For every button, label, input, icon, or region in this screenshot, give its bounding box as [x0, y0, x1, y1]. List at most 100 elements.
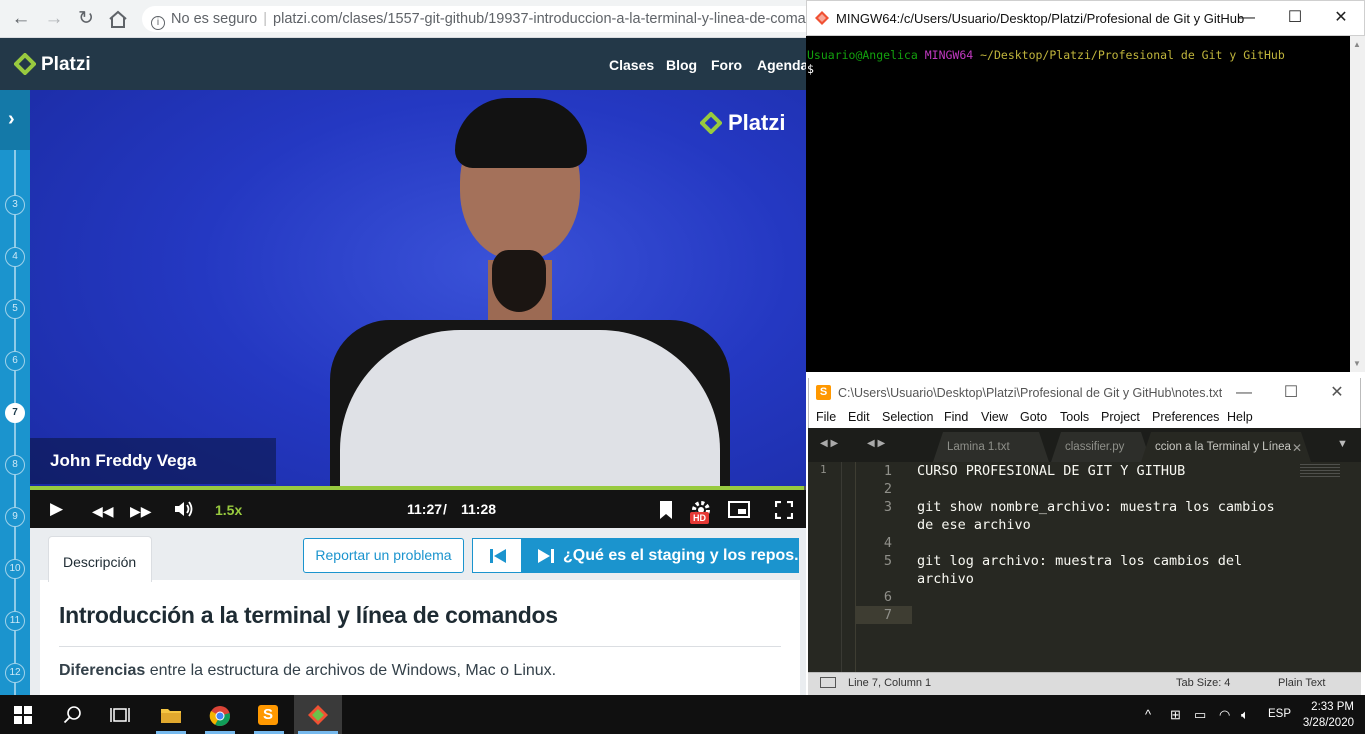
sublime-maximize-icon[interactable]: ☐: [1281, 383, 1301, 403]
terminal-maximize-icon[interactable]: ☐: [1285, 8, 1305, 28]
code-line[interactable]: de ese archivo: [917, 517, 1031, 533]
battery-icon[interactable]: ▭: [1194, 707, 1206, 723]
speaker-icon[interactable]: 🔈︎: [1241, 707, 1249, 723]
scroll-down-icon[interactable]: ▼: [1353, 359, 1361, 368]
playback-rate[interactable]: 1.5x: [215, 502, 242, 518]
tab-classifier[interactable]: classifier.py: [1051, 432, 1151, 462]
sublime-logo-icon: S: [816, 385, 831, 400]
home-icon[interactable]: [106, 8, 130, 32]
menu-tools[interactable]: Tools: [1060, 410, 1089, 424]
status-syntax[interactable]: Plain Text: [1278, 677, 1326, 689]
tab-close-icon[interactable]: ✕: [1292, 441, 1302, 455]
forward-arrow-icon[interactable]: →: [42, 7, 66, 31]
git-bash-icon: [308, 705, 328, 725]
chevron-right-icon[interactable]: ›: [8, 108, 15, 131]
sublime-taskbar-icon[interactable]: S: [258, 705, 278, 725]
step-9[interactable]: 9: [5, 507, 25, 527]
step-12[interactable]: 12: [5, 663, 25, 683]
menu-project[interactable]: Project: [1101, 410, 1140, 424]
step-7[interactable]: 7: [5, 403, 25, 423]
nav-agenda[interactable]: Agenda: [757, 57, 808, 73]
nav-blog[interactable]: Blog: [666, 57, 697, 73]
chrome-icon[interactable]: [209, 705, 231, 727]
code-minimap[interactable]: [1300, 464, 1340, 478]
input-language[interactable]: ESP: [1268, 708, 1291, 720]
tab-descripcion[interactable]: Descripción: [48, 536, 152, 582]
code-line[interactable]: archivo: [917, 571, 974, 587]
menu-preferences[interactable]: Preferences: [1152, 410, 1219, 424]
menu-goto[interactable]: Goto: [1020, 410, 1047, 424]
video-controls: ▶ ◀◀ ▶▶ 1.5x 11:27 / 11:28 HD: [30, 490, 806, 528]
step-8[interactable]: 8: [5, 455, 25, 475]
panel-toggle-icon[interactable]: [820, 677, 836, 688]
menu-help[interactable]: Help: [1227, 410, 1253, 424]
nav-arrows-icon[interactable]: ◀ ▶: [820, 438, 838, 449]
step-6[interactable]: 6: [5, 351, 25, 371]
video-presenter-beard: [492, 250, 546, 312]
sublime-close-icon[interactable]: ✕: [1327, 383, 1347, 403]
tab-lamina[interactable]: Lamina 1.txt: [933, 432, 1049, 462]
tab-active[interactable]: ccion a la Terminal y Línea: [1141, 432, 1311, 462]
code-line[interactable]: git show nombre_archivo: muestra los cam…: [917, 499, 1275, 515]
terminal-prompt: Usuario@Angelica MINGW64 ~/Desktop/Platz…: [807, 48, 1285, 62]
terminal-body[interactable]: [806, 36, 1350, 372]
step-10[interactable]: 10: [5, 559, 25, 579]
bookmark-icon[interactable]: [658, 500, 674, 520]
step-4[interactable]: 4: [5, 247, 25, 267]
wifi-icon[interactable]: ◠: [1219, 707, 1230, 723]
video-watermark: Platzi: [728, 110, 786, 135]
nav-foro[interactable]: Foro: [711, 57, 742, 73]
status-tab-size[interactable]: Tab Size: 4: [1176, 677, 1230, 689]
sidebar-toggle[interactable]: ›: [0, 90, 30, 150]
rewind-icon[interactable]: ◀◀: [92, 501, 114, 521]
menu-file[interactable]: File: [816, 410, 836, 424]
menu-edit[interactable]: Edit: [848, 410, 870, 424]
play-icon[interactable]: ▶: [50, 499, 63, 519]
back-arrow-icon[interactable]: ←: [9, 7, 33, 31]
terminal-minimize-icon[interactable]: —: [1237, 8, 1257, 28]
network-icon[interactable]: ⊞: [1170, 707, 1181, 723]
video-player[interactable]: Platzi John Freddy Vega: [30, 90, 806, 528]
sublime-minimize-icon[interactable]: —: [1234, 383, 1254, 403]
scroll-up-icon[interactable]: ▲: [1353, 40, 1361, 49]
reload-icon[interactable]: ↻: [74, 7, 98, 31]
windows-start-icon[interactable]: [14, 706, 32, 724]
tab-dropdown-icon[interactable]: ▼: [1337, 438, 1348, 450]
report-problem-button[interactable]: Reportar un problema: [303, 538, 464, 573]
step-3[interactable]: 3: [5, 195, 25, 215]
step-5[interactable]: 5: [5, 299, 25, 319]
search-icon[interactable]: [63, 705, 83, 725]
terminal-scrollbar[interactable]: ▲ ▼: [1350, 36, 1365, 372]
menu-selection[interactable]: Selection: [882, 410, 933, 424]
prompt-env: MINGW64: [924, 48, 974, 62]
menu-find[interactable]: Find: [944, 410, 968, 424]
nav-clases[interactable]: Clases: [609, 57, 654, 73]
video-platzi-logo-icon: [700, 112, 722, 134]
platzi-logo-text[interactable]: Platzi: [41, 54, 91, 76]
previous-lesson-button[interactable]: [472, 538, 522, 573]
sublime-minimap[interactable]: [808, 462, 842, 672]
fullscreen-icon[interactable]: [775, 501, 793, 519]
code-line[interactable]: git log archivo: muestra los cambios del: [917, 553, 1242, 569]
lesson-description: Diferencias entre la estructura de archi…: [59, 662, 556, 680]
fast-forward-icon[interactable]: ▶▶: [130, 501, 152, 521]
task-view-icon[interactable]: [110, 706, 130, 724]
volume-icon[interactable]: [173, 499, 195, 519]
address-bar[interactable]: i No es seguro | platzi.com/clases/1557-git…: [142, 6, 822, 32]
picture-in-picture-icon[interactable]: [728, 501, 750, 518]
security-label: No es seguro: [171, 11, 258, 27]
next-lesson-button[interactable]: ¿Qué es el staging y los repos...: [521, 538, 799, 573]
platzi-logo-icon[interactable]: [14, 53, 36, 75]
divider: [59, 646, 781, 647]
menu-view[interactable]: View: [981, 410, 1008, 424]
step-11[interactable]: 11: [5, 611, 25, 631]
code-line[interactable]: CURSO PROFESIONAL DE GIT Y GITHUB: [917, 463, 1185, 479]
file-explorer-icon[interactable]: [160, 706, 182, 724]
show-hidden-icons[interactable]: ^: [1145, 707, 1151, 722]
git-bash-taskbar-button[interactable]: [294, 695, 342, 734]
url-text[interactable]: platzi.com/clases/1557-git-github/19937-…: [273, 11, 822, 27]
tab-scroll-arrows-icon[interactable]: ◀ ▶: [867, 438, 885, 449]
terminal-close-icon[interactable]: ✕: [1331, 8, 1351, 28]
system-clock[interactable]: 2:33 PM 3/28/2020: [1296, 699, 1354, 731]
minimap-line: 1: [820, 463, 827, 476]
